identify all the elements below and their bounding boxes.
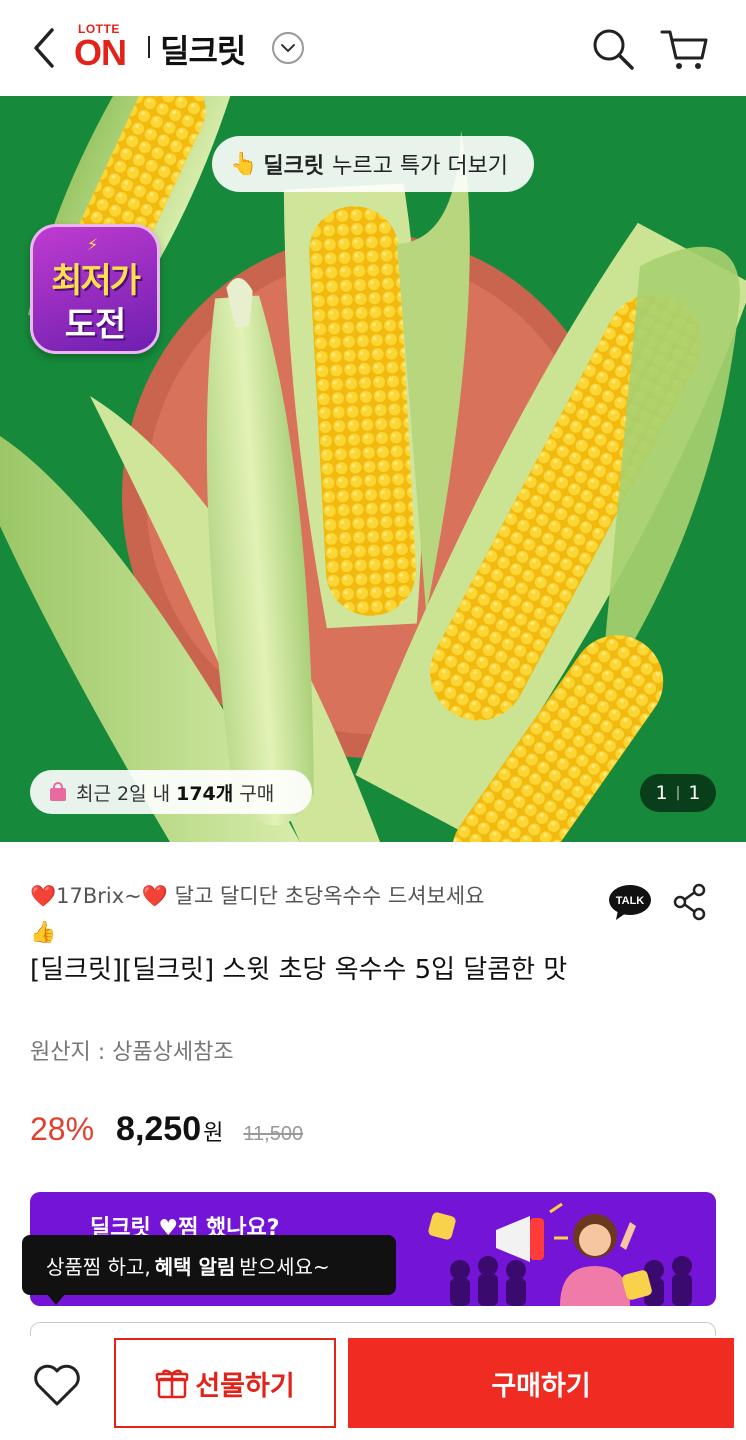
chevron-down-icon [281,44,295,53]
gift-button[interactable]: 선물하기 [114,1338,336,1428]
heart-icon: ❤️ [141,884,168,908]
purchase-prefix: 최근 2일 내 [76,782,171,805]
next-section-edge [30,1322,716,1336]
heart-icon: ❤️ [30,884,57,908]
purchase-count: 174개 [176,782,234,805]
image-pager: 1 | 1 [640,774,716,812]
product-title: [딜크릿][딜크릿] 스윗 초당 옥수수 5입 달콤한 맛 [30,955,568,985]
lowest-price-badge: ⚡ 최저가 도전 [30,224,160,354]
share-icon [673,883,706,921]
share-button[interactable] [672,882,708,922]
bottom-action-bar: 선물하기 구매하기 [0,1336,746,1440]
cart-button[interactable] [660,26,710,72]
tooltip-suffix: 받으세요~ [239,1254,330,1279]
original-price: 11,500 [243,1123,304,1145]
dealcrit-more-pill[interactable]: 👆 딜크릿 누르고 특가 더보기 [212,136,534,192]
lotte-on-logo[interactable]: LOTTE ON [74,22,138,74]
promo-message: 달고 달디단 초당옥수수 드셔보세요 [174,884,485,908]
gift-label: 선물하기 [195,1370,295,1402]
app-header: LOTTE ON 딜크릿 [0,0,746,96]
logo-big-text: ON [74,32,127,73]
header-divider [148,36,150,58]
discount-rate: 28% [30,1111,95,1147]
tooltip-prefix: 상품찜 하고, [46,1254,151,1279]
chevron-left-icon [34,28,54,68]
tooltip-tail [46,1293,66,1305]
sale-price: 8,250 [116,1110,202,1148]
badge-line1: 최저가 [51,261,141,301]
talk-label: TALK [616,895,645,907]
title-dropdown-button[interactable] [272,32,304,64]
thumbs-up-icon: 👍 [30,920,57,944]
pager-total: 1 [688,782,701,804]
currency-unit: 원 [203,1121,224,1146]
purchase-suffix: 구매 [239,782,275,805]
product-image-carousel[interactable]: ⚡ 최저가 도전 [0,96,746,842]
lightning-icon: ⚡ [87,235,99,254]
tooltip-bold: 혜택 알림 [154,1254,236,1279]
search-icon [593,29,634,70]
gift-icon [156,1369,189,1399]
promo-text: ❤️17Brix~❤️ 달고 달디단 초당옥수수 드셔보세요 👍 [30,878,590,950]
recent-purchase-badge: 최근 2일 내 174개 구매 [30,770,312,814]
pointing-hand-icon: 👆 [230,151,258,177]
kakao-talk-share-button[interactable]: TALK [608,884,652,922]
pill-bold: 딜크릿 [263,154,325,179]
page-title[interactable]: 딜크릿 [160,26,246,72]
pill-text: 누르고 특가 더보기 [332,154,509,179]
buy-label: 구매하기 [491,1370,591,1402]
search-button[interactable] [590,26,636,72]
badge-line2: 도전 [64,305,127,345]
shopping-bag-icon [50,782,66,801]
promo-brix: 17Brix~ [56,884,142,908]
pager-current: 1 [655,782,668,804]
heart-outline-icon [34,1364,80,1406]
product-origin: 원산지 : 상품상세참조 [30,1040,234,1065]
buy-button[interactable]: 구매하기 [348,1338,734,1428]
wishlist-button[interactable] [32,1362,82,1408]
pager-separator: | [675,785,681,801]
wishlist-tooltip: 상품찜 하고, 혜택 알림 받으세요~ [22,1235,396,1295]
back-button[interactable] [26,26,66,70]
kakao-talk-icon: TALK [609,885,651,920]
price-row: 28% 8,250 원 11,500 [30,1110,303,1149]
corn-product-photo [0,96,746,842]
cart-icon [660,30,708,69]
